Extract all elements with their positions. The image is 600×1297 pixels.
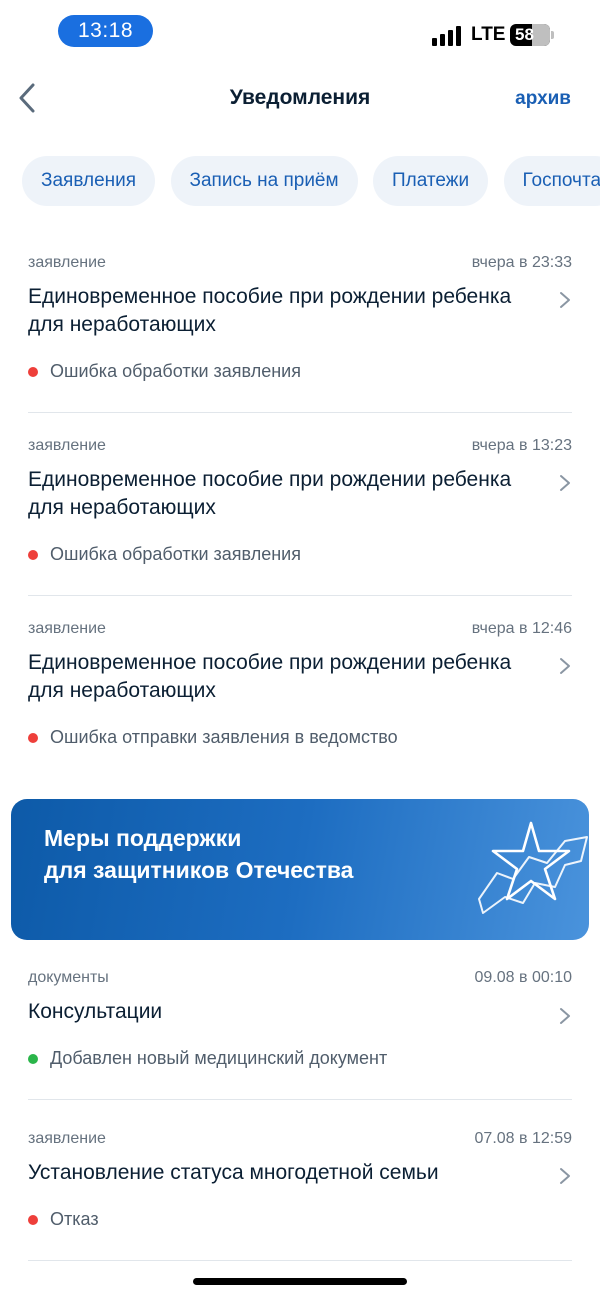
status-bar: 13:18 LTE 58 bbox=[0, 0, 600, 64]
notification-list-lower: документы 09.08 в 00:10 Консультации Доб… bbox=[0, 945, 600, 1261]
promo-banner[interactable]: Меры поддержки для защитников Отечества bbox=[11, 799, 589, 940]
chevron-right-icon bbox=[560, 1008, 570, 1024]
notification-title: Единовременное пособие при рождении ребе… bbox=[28, 651, 512, 702]
home-indicator[interactable] bbox=[193, 1278, 407, 1285]
banner-title-line-2: для защитников Отечества bbox=[44, 857, 354, 883]
filter-chip-applications[interactable]: Заявления bbox=[22, 156, 156, 206]
chevron-right-icon bbox=[560, 658, 570, 674]
notification-list: заявление вчера в 23:33 Единовременное п… bbox=[0, 230, 600, 778]
notification-item[interactable]: заявление вчера в 13:23 Единовременное п… bbox=[28, 413, 572, 596]
notification-item[interactable]: документы 09.08 в 00:10 Консультации Доб… bbox=[28, 945, 572, 1100]
signal-icon bbox=[432, 26, 464, 46]
notification-title: Единовременное пособие при рождении ребе… bbox=[28, 285, 512, 336]
notification-status: Ошибка отправки заявления в ведомство bbox=[50, 727, 398, 747]
chevron-right-icon bbox=[560, 292, 570, 308]
status-dot bbox=[28, 1053, 38, 1064]
status-dot bbox=[28, 732, 38, 743]
status-dot bbox=[28, 549, 38, 560]
chevron-right-icon bbox=[560, 475, 570, 491]
notification-date: 09.08 в 00:10 bbox=[474, 969, 572, 986]
notification-item[interactable]: заявление вчера в 12:46 Единовременное п… bbox=[28, 596, 572, 778]
archive-link[interactable]: архив bbox=[515, 88, 571, 110]
notification-type: заявление bbox=[28, 1130, 106, 1147]
star-icon bbox=[478, 821, 588, 914]
notification-status: Добавлен новый медицинский документ bbox=[50, 1048, 388, 1068]
notification-type: заявление bbox=[28, 437, 106, 454]
notification-item[interactable]: заявление 07.08 в 12:59 Установление ста… bbox=[28, 1100, 572, 1261]
notification-date: вчера в 12:46 bbox=[471, 620, 572, 637]
battery-level: 58 bbox=[515, 25, 534, 44]
battery-icon: 58 bbox=[510, 24, 550, 46]
notification-status: Отказ bbox=[50, 1209, 99, 1229]
status-dot bbox=[28, 366, 38, 377]
battery-tip bbox=[551, 31, 554, 39]
notification-status: Ошибка обработки заявления bbox=[50, 361, 301, 381]
notification-title: Установление статуса многодетной семьи bbox=[28, 1161, 439, 1184]
notification-date: 07.08 в 12:59 bbox=[474, 1130, 572, 1147]
banner-title-line-1: Меры поддержки bbox=[44, 825, 242, 851]
notification-title: Единовременное пособие при рождении ребе… bbox=[28, 468, 512, 519]
filter-chip-payments[interactable]: Платежи bbox=[373, 156, 489, 206]
notification-item[interactable]: заявление вчера в 23:33 Единовременное п… bbox=[28, 230, 572, 413]
network-type: LTE bbox=[471, 24, 506, 45]
nav-header: Уведомления архив bbox=[0, 72, 600, 124]
notification-status: Ошибка обработки заявления bbox=[50, 544, 301, 564]
notification-date: вчера в 13:23 bbox=[471, 437, 572, 454]
notification-date: вчера в 23:33 bbox=[471, 254, 572, 271]
filter-chip-appointments[interactable]: Запись на приём bbox=[170, 156, 358, 206]
filter-chip-mail[interactable]: Госпочта bbox=[503, 156, 600, 206]
notification-title: Консультации bbox=[28, 1000, 163, 1023]
page-title: Уведомления bbox=[229, 86, 371, 109]
status-dot bbox=[28, 1214, 38, 1225]
notification-type: заявление bbox=[28, 254, 106, 271]
notification-type: заявление bbox=[28, 620, 106, 637]
chevron-right-icon bbox=[560, 1168, 570, 1184]
status-time: 13:18 bbox=[58, 15, 153, 47]
filter-chips: Заявления Запись на приём Платежи Госпоч… bbox=[22, 156, 600, 206]
notification-type: документы bbox=[28, 969, 109, 986]
